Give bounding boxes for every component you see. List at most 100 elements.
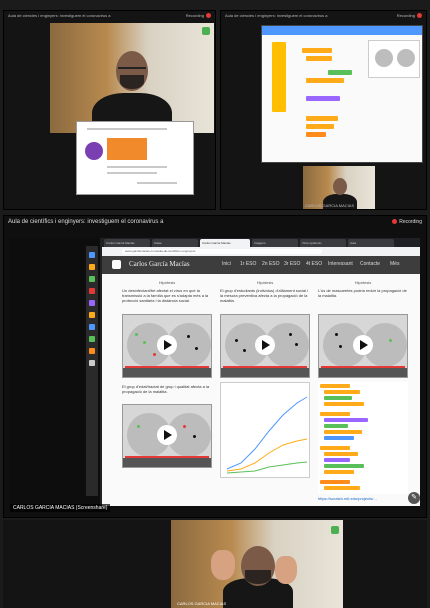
player-controls[interactable] bbox=[221, 368, 309, 377]
dock-icon[interactable] bbox=[89, 252, 95, 258]
dock-icon[interactable] bbox=[89, 336, 95, 342]
browser-toolbar: www.garciamacias.com/aula-de-cientifics-… bbox=[102, 247, 420, 256]
particle bbox=[183, 425, 186, 428]
app-dock bbox=[86, 246, 98, 496]
particle bbox=[137, 425, 140, 428]
nav-item-contacte[interactable]: Contacte bbox=[360, 261, 380, 267]
site-title[interactable]: Carlos García Macías bbox=[129, 260, 190, 268]
slide-orange-block bbox=[107, 138, 147, 160]
code-block bbox=[324, 396, 352, 400]
browser-tab[interactable]: Aula bbox=[348, 239, 394, 247]
slide-text-line bbox=[107, 166, 167, 168]
shared-screen-tile[interactable]: Aula de científics i enginyers: investig… bbox=[3, 215, 427, 518]
address-bar[interactable]: www.garciamacias.com/aula-de-cientifics-… bbox=[122, 249, 322, 254]
play-icon[interactable] bbox=[157, 425, 177, 445]
particle bbox=[389, 339, 392, 342]
dock-icon[interactable] bbox=[89, 312, 95, 318]
scratch-stage bbox=[368, 40, 420, 78]
particle bbox=[339, 345, 342, 348]
epidemic-graph bbox=[220, 382, 310, 478]
play-icon[interactable] bbox=[255, 335, 275, 355]
code-block bbox=[324, 470, 354, 474]
recording-icon bbox=[392, 219, 398, 225]
person-beard bbox=[245, 570, 271, 584]
code-block bbox=[306, 78, 344, 83]
code-block bbox=[324, 458, 350, 462]
player-controls[interactable] bbox=[123, 458, 211, 467]
slide-heading-line bbox=[87, 128, 167, 130]
code-block bbox=[324, 452, 358, 456]
player-controls[interactable] bbox=[123, 368, 211, 377]
speaker-tile[interactable]: CARLOS GARCIA MACIAS bbox=[3, 520, 427, 608]
code-block bbox=[272, 42, 286, 112]
dock-icon[interactable] bbox=[89, 348, 95, 354]
webcam-video bbox=[50, 23, 214, 133]
speaker-name-tag: CARLOS GARCIA MACIAS bbox=[177, 601, 227, 606]
recording-icon bbox=[206, 13, 211, 18]
simulation-player[interactable] bbox=[318, 314, 408, 378]
speaker-camera bbox=[171, 520, 343, 608]
participant-tile-right[interactable]: Aula de ciencies i enginyers: investigue… bbox=[220, 10, 427, 210]
particle bbox=[153, 353, 156, 356]
nav-item-4eso[interactable]: 4t ESO bbox=[306, 261, 322, 267]
glasses bbox=[118, 67, 146, 69]
participant-tile-left[interactable]: Aula de ciencies i enginyers: investigue… bbox=[3, 10, 216, 210]
dock-icon[interactable] bbox=[89, 276, 95, 282]
code-block bbox=[320, 412, 350, 416]
browser-tab[interactable]: Virus epidemic bbox=[300, 239, 346, 247]
particle bbox=[235, 339, 238, 342]
simulation-player[interactable] bbox=[122, 314, 212, 378]
code-block bbox=[320, 446, 350, 450]
hypothesis-text: El grup d'edat/tractat de grup i qualita… bbox=[122, 384, 210, 394]
particle bbox=[143, 341, 146, 344]
recording-icon bbox=[417, 13, 422, 18]
particle bbox=[295, 343, 298, 346]
particle bbox=[187, 335, 190, 338]
nav-item-3eso[interactable]: 3r ESO bbox=[284, 261, 300, 267]
dock-icon[interactable] bbox=[89, 264, 95, 270]
particle bbox=[289, 333, 292, 336]
nav-item-mes[interactable]: Més bbox=[390, 261, 399, 267]
hand-right bbox=[275, 556, 297, 584]
simulation-player[interactable] bbox=[220, 314, 310, 378]
speaker-video: CARLOS GARCIA MACIAS bbox=[171, 520, 343, 608]
recording-label: Recording bbox=[185, 13, 204, 18]
recording-label: Recording bbox=[399, 219, 422, 225]
slide-preview bbox=[76, 121, 194, 195]
browser-tab[interactable]: Clase bbox=[152, 239, 198, 247]
nav-item-2eso[interactable]: 2n ESO bbox=[262, 261, 280, 267]
particle bbox=[135, 333, 138, 336]
simulation-player[interactable] bbox=[122, 404, 212, 468]
nav-item-inici[interactable]: Inici bbox=[222, 261, 231, 267]
dock-icon[interactable] bbox=[89, 288, 95, 294]
play-icon[interactable] bbox=[157, 335, 177, 355]
browser-tab-active[interactable]: Carlos Garcia Macias bbox=[200, 239, 250, 247]
site-header: Carlos García Macías Inici 1r ESO 2n ESO… bbox=[102, 256, 420, 274]
code-block bbox=[320, 384, 350, 388]
project-link[interactable]: https://scratch.mit.edu/projects/... bbox=[318, 496, 408, 501]
nav-item-1eso[interactable]: 1r ESO bbox=[240, 261, 256, 267]
player-controls[interactable] bbox=[319, 368, 407, 377]
code-block bbox=[306, 124, 334, 129]
nav-item-interessant[interactable]: Interessant bbox=[328, 261, 353, 267]
code-block bbox=[306, 116, 338, 121]
person-head bbox=[333, 178, 347, 195]
dock-icon[interactable] bbox=[89, 324, 95, 330]
code-block bbox=[324, 402, 364, 406]
code-block bbox=[324, 486, 360, 490]
code-block bbox=[324, 464, 364, 468]
browser-tab[interactable]: Carlos Garcia Macias bbox=[104, 239, 150, 247]
code-block bbox=[324, 430, 362, 434]
site-logo[interactable] bbox=[112, 260, 121, 269]
scratch-menu-bar bbox=[262, 26, 422, 35]
pencil-icon[interactable]: ✎ bbox=[408, 492, 420, 504]
slide-text-line bbox=[107, 172, 157, 174]
scratch-code-preview bbox=[318, 382, 408, 494]
screenshare-content: Carlos Garcia Macias Clase Carlos Garcia… bbox=[10, 238, 420, 506]
browser-tab[interactable]: Imagens bbox=[252, 239, 298, 247]
dock-icon[interactable] bbox=[89, 360, 95, 366]
play-icon[interactable] bbox=[353, 335, 373, 355]
participant-name: CARLOS GARCIA MACIAS bbox=[305, 203, 355, 208]
dock-icon[interactable] bbox=[89, 300, 95, 306]
mic-status-icon bbox=[202, 27, 210, 35]
